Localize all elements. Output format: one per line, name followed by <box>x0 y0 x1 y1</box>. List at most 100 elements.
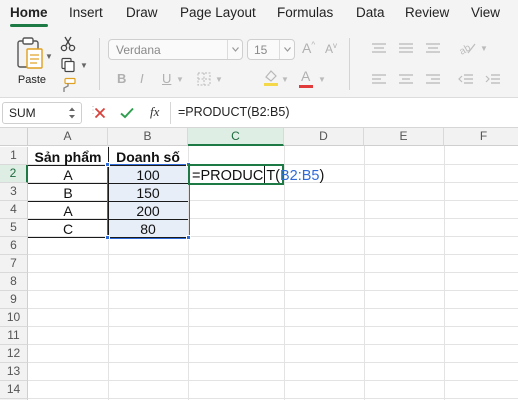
tab-insert[interactable]: Insert <box>69 5 103 20</box>
row-header-3[interactable]: 3 <box>0 183 28 201</box>
grid-line <box>28 290 518 291</box>
font-size-value: 15 <box>254 43 268 57</box>
column-header-a[interactable]: A <box>28 128 108 146</box>
font-name-chevron-icon[interactable] <box>227 40 242 59</box>
row-header-13[interactable]: 13 <box>0 363 28 381</box>
row-header-8[interactable]: 8 <box>0 273 28 291</box>
grid-line <box>28 272 518 273</box>
name-box[interactable]: SUM <box>2 102 82 124</box>
font-name-select[interactable]: Verdana <box>108 39 243 60</box>
editing-text-closing: ) <box>319 168 325 184</box>
row-header-5[interactable]: 5 <box>0 219 28 237</box>
tab-formulas[interactable]: Formulas <box>277 5 333 20</box>
cell-a1[interactable]: Sản phẩm <box>28 149 108 165</box>
grid-line <box>28 254 518 255</box>
row-header-12[interactable]: 12 <box>0 345 28 363</box>
spreadsheet-grid: A B C D E F 123456789101112131415 Sản ph… <box>0 128 518 400</box>
column-header-c[interactable]: C <box>188 128 284 146</box>
selected-range-border <box>107 164 190 239</box>
fill-color-chevron-icon[interactable]: ▼ <box>281 75 289 84</box>
paste-options-chevron-icon[interactable]: ▼ <box>45 52 53 61</box>
fill-color-icon[interactable] <box>263 68 279 86</box>
grid-line <box>28 362 518 363</box>
row-header-11[interactable]: 11 <box>0 327 28 345</box>
row-header-9[interactable]: 9 <box>0 291 28 309</box>
cell-b1[interactable]: Doanh số <box>108 149 188 165</box>
align-bottom-icon[interactable] <box>425 42 441 54</box>
align-right-icon[interactable] <box>425 73 441 85</box>
align-center-icon[interactable] <box>398 73 414 85</box>
orientation-icon[interactable]: ab <box>458 41 476 55</box>
ribbon-tabs: Home Insert Draw Page Layout Formulas Da… <box>0 0 518 30</box>
row-header-14[interactable]: 14 <box>0 381 28 399</box>
borders-icon[interactable] <box>197 72 211 86</box>
paste-button[interactable]: ▼ Paste <box>12 36 53 92</box>
insert-function-icon[interactable]: fx <box>150 104 159 120</box>
font-color-chevron-icon[interactable]: ▼ <box>318 75 326 84</box>
increase-indent-icon[interactable] <box>485 73 501 85</box>
font-size-chevron-icon[interactable] <box>279 40 294 59</box>
row-header-2[interactable]: 2 <box>0 165 28 183</box>
range-handle-top-left[interactable] <box>105 162 110 167</box>
grid-line <box>28 380 518 381</box>
font-color-icon[interactable]: A <box>301 68 310 84</box>
clipboard-icon <box>17 37 43 69</box>
borders-chevron-icon[interactable]: ▼ <box>215 75 223 84</box>
italic-icon[interactable]: I <box>140 71 144 86</box>
formula-divider <box>170 102 171 124</box>
column-header-d[interactable]: D <box>284 128 364 146</box>
ribbon-toolbar: ▼ Paste ▼ Verdana 15 A^ Av B I U ▼ ▼ ▼ A… <box>0 30 518 98</box>
row-header-1[interactable]: 1 <box>0 147 28 165</box>
format-painter-icon[interactable] <box>60 77 76 93</box>
active-tab-indicator <box>10 24 48 27</box>
formula-bar: SUM ⋮ fx =PRODUCT(B2:B5) <box>0 98 518 128</box>
column-header-f[interactable]: F <box>444 128 518 146</box>
column-header-e[interactable]: E <box>364 128 444 146</box>
cell-a4[interactable]: A <box>28 203 108 219</box>
range-handle-bottom-left[interactable] <box>105 235 110 240</box>
decrease-font-size-icon[interactable]: Av <box>325 41 337 56</box>
row-header-10[interactable]: 10 <box>0 309 28 327</box>
cancel-x-icon[interactable] <box>94 107 106 119</box>
grid-line <box>28 398 518 399</box>
tab-home[interactable]: Home <box>10 5 48 20</box>
editing-text-after-caret: T( <box>266 168 280 184</box>
grid-line <box>28 344 518 345</box>
paste-label: Paste <box>17 74 47 86</box>
underline-chevron-icon[interactable]: ▼ <box>176 75 184 84</box>
orientation-chevron-icon[interactable]: ▼ <box>480 44 488 53</box>
select-all-corner[interactable] <box>0 128 28 146</box>
column-header-b[interactable]: B <box>108 128 188 146</box>
tab-view[interactable]: View <box>471 5 500 20</box>
decrease-indent-icon[interactable] <box>458 73 474 85</box>
cell-a2[interactable]: A <box>28 167 108 183</box>
copy-icon[interactable] <box>60 57 76 73</box>
row-header-7[interactable]: 7 <box>0 255 28 273</box>
font-name-value: Verdana <box>116 43 161 57</box>
increase-font-size-icon[interactable]: A^ <box>302 40 315 56</box>
cell-a3[interactable]: B <box>28 185 108 201</box>
row-header-4[interactable]: 4 <box>0 201 28 219</box>
tab-draw[interactable]: Draw <box>126 5 158 20</box>
ribbon-separator <box>349 38 350 90</box>
grid-line <box>28 308 518 309</box>
formula-input[interactable]: =PRODUCT(B2:B5) <box>178 105 289 119</box>
name-box-value: SUM <box>9 106 36 120</box>
row-header-6[interactable]: 6 <box>0 237 28 255</box>
align-middle-icon[interactable] <box>398 42 414 54</box>
range-handle-bottom-right[interactable] <box>186 235 191 240</box>
align-top-icon[interactable] <box>371 42 387 54</box>
copy-options-chevron-icon[interactable]: ▼ <box>80 61 88 70</box>
cell-c2-editing-text[interactable]: =PRODUC T(B2:B5) <box>192 166 324 184</box>
cut-icon[interactable] <box>60 36 76 52</box>
font-size-select[interactable]: 15 <box>247 39 295 60</box>
enter-check-icon[interactable] <box>120 107 134 119</box>
bold-icon[interactable]: B <box>117 71 126 86</box>
underline-icon[interactable]: U <box>162 71 171 86</box>
align-left-icon[interactable] <box>371 73 387 85</box>
cell-a5[interactable]: C <box>28 221 108 237</box>
tab-data[interactable]: Data <box>356 5 385 20</box>
tab-review[interactable]: Review <box>405 5 449 20</box>
name-box-stepper-icon[interactable] <box>68 106 76 120</box>
tab-page-layout[interactable]: Page Layout <box>180 5 256 20</box>
